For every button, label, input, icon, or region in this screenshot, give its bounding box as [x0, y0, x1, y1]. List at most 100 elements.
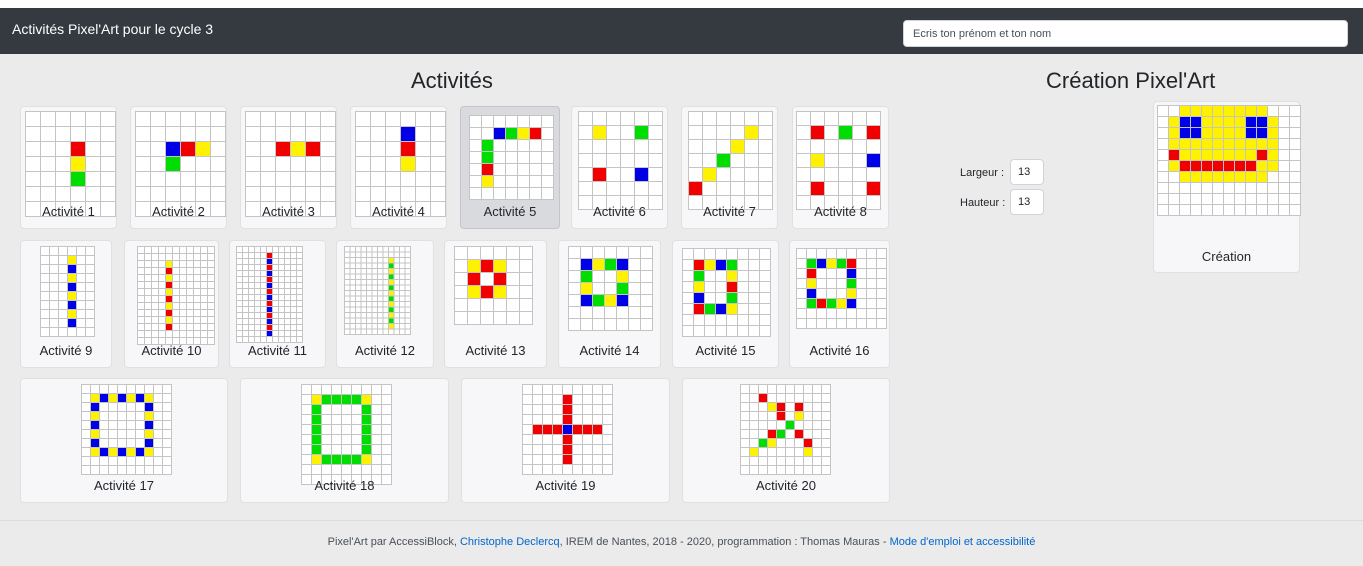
pixel-empty [641, 247, 652, 258]
pixel-filled [703, 168, 716, 181]
activity-card-10[interactable]: Activité 10 [124, 240, 219, 368]
pixel-empty [759, 421, 767, 429]
pixel-empty [1235, 183, 1245, 193]
pixel-empty [822, 412, 830, 420]
pixel-empty [201, 254, 207, 260]
pixel-filled [312, 455, 321, 464]
activity-card-18[interactable]: Activité 18 [240, 378, 449, 503]
activity-card-3[interactable]: Activité 3 [240, 106, 337, 229]
activity-card-8[interactable]: Activité 8 [792, 106, 889, 229]
activity-card-14[interactable]: Activité 14 [558, 240, 661, 368]
pixel-empty [297, 283, 302, 288]
pixel-empty [243, 247, 248, 252]
activity-card-7[interactable]: Activité 7 [681, 106, 778, 229]
activity-card-15[interactable]: Activité 15 [672, 240, 779, 368]
pixel-empty [367, 329, 372, 334]
pixel-filled [312, 415, 321, 424]
pixel-empty [593, 271, 604, 282]
height-input[interactable] [1010, 189, 1044, 215]
pixel-empty [745, 154, 758, 167]
pixel-empty [180, 296, 186, 302]
pixel-empty [291, 337, 296, 342]
pixel-empty [261, 295, 266, 300]
pixel-empty [345, 252, 350, 257]
pixel-empty [804, 403, 812, 411]
pixel-filled [1268, 128, 1278, 138]
pixel-empty [382, 385, 391, 394]
pixel-filled [91, 394, 99, 402]
pixel-empty [857, 299, 866, 308]
pixel-empty [400, 263, 405, 268]
pixel-empty [352, 405, 361, 414]
pixel-empty [1224, 183, 1234, 193]
activity-card-4[interactable]: Activité 4 [350, 106, 447, 229]
width-input[interactable] [1010, 159, 1044, 185]
activity-card-6[interactable]: Activité 6 [571, 106, 668, 229]
pixel-empty [237, 289, 242, 294]
pixel-empty [383, 252, 388, 257]
pixel-empty [372, 425, 381, 434]
pixel-empty [152, 282, 158, 288]
pixel-empty [786, 448, 794, 456]
pixel-empty [267, 247, 272, 252]
pixel-empty [361, 324, 366, 329]
pixel-empty [152, 289, 158, 295]
activity-card-13[interactable]: Activité 13 [444, 240, 547, 368]
pixel-filled [563, 395, 572, 404]
pixel-empty [302, 415, 311, 424]
pixel-empty [1246, 194, 1256, 204]
pixel-filled [1180, 172, 1190, 182]
pixel-empty [507, 299, 519, 311]
pixel-empty [470, 164, 481, 175]
pixel-empty [118, 466, 126, 474]
pixel-empty [41, 274, 49, 282]
pixel-empty [356, 187, 370, 201]
activity-card-5[interactable]: Activité 5 [460, 106, 560, 229]
pixel-empty [518, 140, 529, 151]
pixel-empty [246, 142, 260, 156]
pixel-empty [372, 395, 381, 404]
activity-card-16[interactable]: Activité 16 [789, 240, 890, 368]
pixel-empty [877, 269, 886, 278]
activity-card-2[interactable]: Activité 2 [130, 106, 227, 229]
creation-card[interactable]: Création [1153, 101, 1301, 273]
pixel-empty [530, 188, 541, 199]
pixel-empty [86, 112, 100, 126]
pixel-empty [136, 403, 144, 411]
pixel-empty [285, 307, 290, 312]
pixel-empty [154, 385, 162, 393]
pixel-empty [332, 385, 341, 394]
activity-card-17[interactable]: Activité 17 [20, 378, 228, 503]
activity-card-12[interactable]: Activité 12 [336, 240, 434, 368]
pixel-empty [867, 168, 880, 181]
pixel-filled [1224, 117, 1234, 127]
pixel-empty [261, 253, 266, 258]
activity-card-19[interactable]: Activité 19 [461, 378, 670, 503]
pixel-empty [494, 152, 505, 163]
pixel-empty [1279, 172, 1289, 182]
pixel-filled [807, 299, 816, 308]
pixel-empty [68, 247, 76, 255]
author-link[interactable]: Christophe Declercq [460, 536, 560, 548]
pixel-empty [813, 430, 821, 438]
help-link[interactable]: Mode d'emploi et accessibilité [890, 536, 1036, 548]
activity-card-11[interactable]: Activité 11 [229, 240, 326, 368]
pixel-empty [827, 319, 836, 328]
pixel-empty [372, 329, 377, 334]
pixel-empty [279, 331, 284, 336]
pixel-empty [372, 455, 381, 464]
creation-pixel-grid[interactable] [1157, 105, 1301, 216]
pixel-empty [201, 324, 207, 330]
pixel-empty [386, 127, 400, 141]
pixel-filled [494, 260, 506, 272]
pixel-filled [127, 394, 135, 402]
activity-card-20[interactable]: Activité 20 [682, 378, 890, 503]
activity-card-9[interactable]: Activité 9 [20, 240, 112, 368]
pixel-empty [593, 112, 606, 125]
pixel-filled [1191, 106, 1201, 116]
pixel-empty [136, 439, 144, 447]
pixel-empty [82, 394, 90, 402]
name-input[interactable] [903, 20, 1348, 47]
activity-card-1[interactable]: Activité 1 [20, 106, 117, 229]
pixel-empty [1213, 183, 1223, 193]
